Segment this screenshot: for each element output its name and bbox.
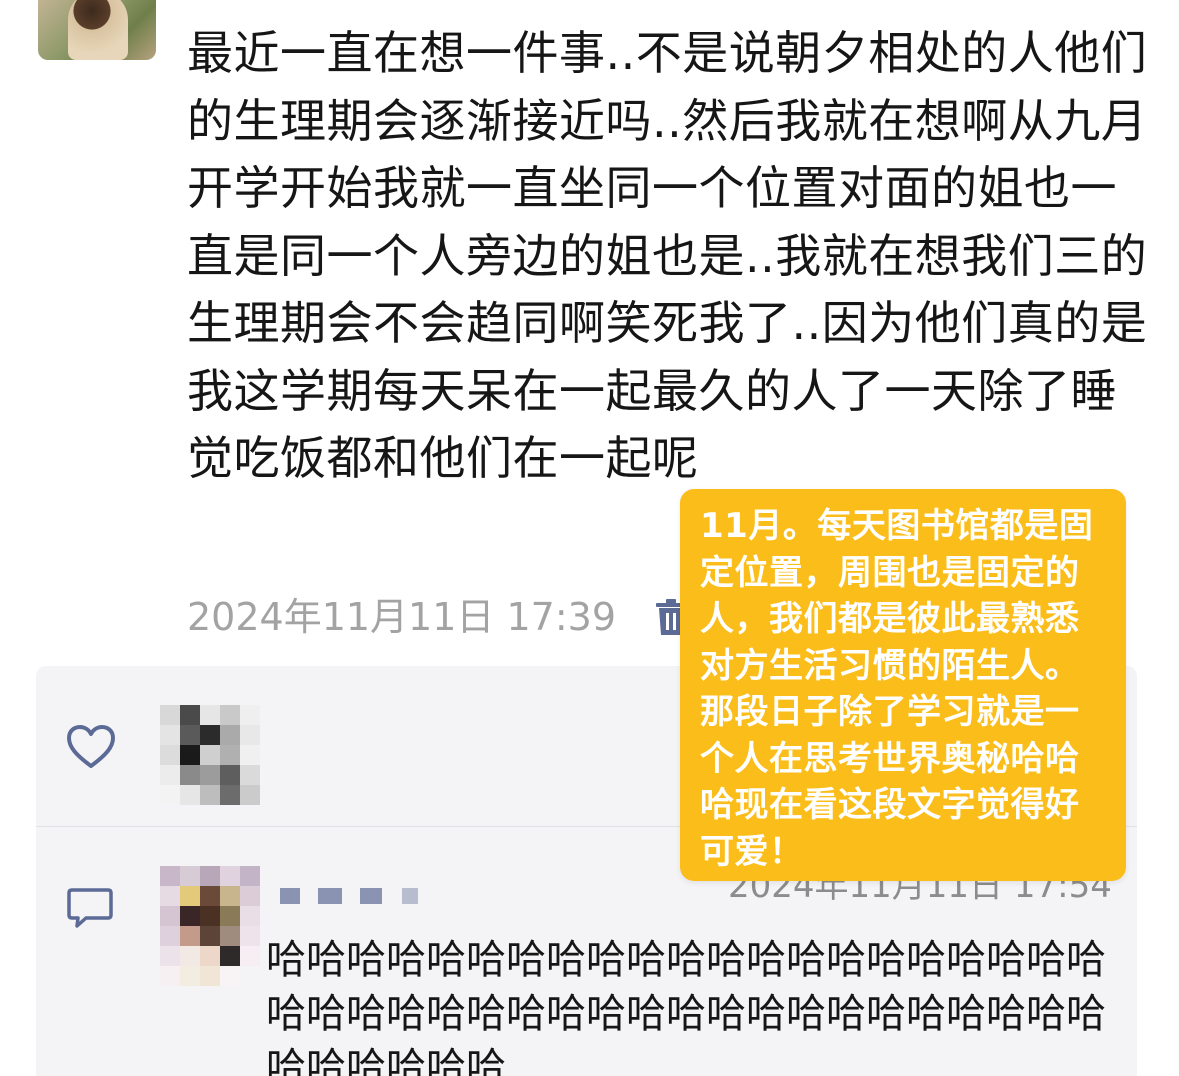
author-avatar[interactable] bbox=[38, 0, 156, 60]
annotation-text: 11月。每天图书馆都是固定位置，周围也是固定的人，我们都是彼此最熟悉对方生活习惯… bbox=[700, 506, 1094, 872]
moments-screen: 最近一直在想一件事..不是说朝夕相处的人他们的生理期会逐渐接近吗..然后我就在想… bbox=[0, 0, 1179, 1076]
comment-icon bbox=[67, 888, 113, 928]
liker-avatar[interactable] bbox=[160, 705, 260, 805]
avatar-photo bbox=[68, 0, 128, 60]
post-timestamp: 2024年11月11日 17:39 bbox=[187, 595, 617, 639]
commenter-avatar[interactable] bbox=[160, 866, 260, 986]
commenter-name[interactable] bbox=[280, 886, 420, 908]
heart-icon bbox=[67, 725, 115, 768]
comment-text: 哈哈哈哈哈哈哈哈哈哈哈哈哈哈哈哈哈哈哈哈哈哈哈哈哈哈哈哈哈哈哈哈哈哈哈哈哈哈哈哈… bbox=[266, 937, 1106, 1076]
post-text: 最近一直在想一件事..不是说朝夕相处的人他们的生理期会逐渐接近吗..然后我就在想… bbox=[187, 26, 1148, 485]
